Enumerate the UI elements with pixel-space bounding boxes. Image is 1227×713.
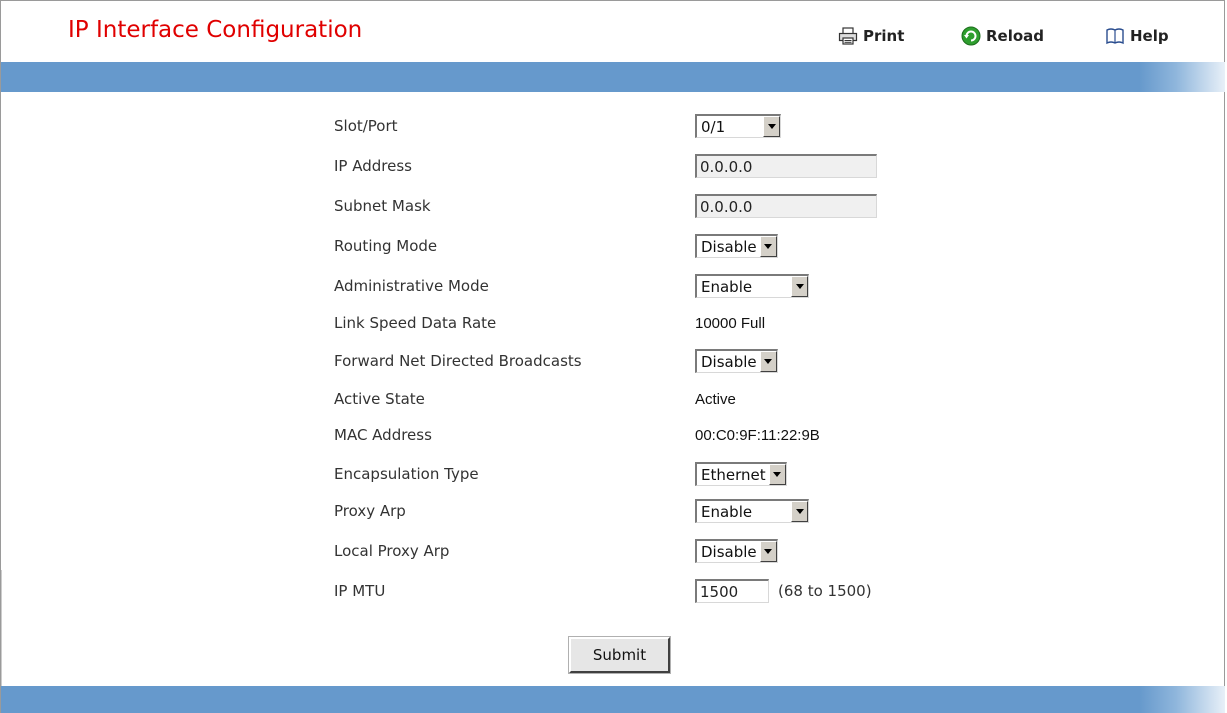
mac-address-control: 00:C0:9F:11:22:9B — [695, 415, 820, 455]
encapsulation-type-label: Encapsulation Type — [334, 465, 479, 483]
ip-address-control: 0.0.0.0 — [695, 146, 877, 186]
reload-button[interactable]: Reload — [961, 25, 1044, 47]
proxy-arp-control: Enable — [695, 491, 809, 531]
fwd-net-directed-bcast-control: Disable — [695, 341, 778, 381]
routing-mode-select[interactable]: Disable — [695, 234, 778, 258]
row-fwd-net-directed-bcast: Forward Net Directed Broadcasts Disable — [334, 341, 1034, 381]
row-slot-port: Slot/Port 0/1 — [334, 106, 1034, 146]
fwd-net-directed-bcast-select[interactable]: Disable — [695, 349, 778, 373]
row-proxy-arp: Proxy Arp Enable — [334, 491, 1034, 531]
row-subnet-mask: Subnet Mask 0.0.0.0 — [334, 186, 1034, 226]
row-mac-address: MAC Address 00:C0:9F:11:22:9B — [334, 415, 1034, 455]
mac-address-label: MAC Address — [334, 426, 432, 444]
subnet-mask-field[interactable]: 0.0.0.0 — [695, 194, 877, 218]
chevron-down-icon[interactable] — [768, 464, 786, 485]
mac-address-value: 00:C0:9F:11:22:9B — [695, 426, 820, 444]
subnet-mask-label: Subnet Mask — [334, 197, 431, 215]
admin-mode-select[interactable]: Enable — [695, 274, 809, 298]
proxy-arp-value: Enable — [701, 502, 753, 521]
reload-label: Reload — [986, 27, 1045, 45]
submit-button[interactable]: Submit — [568, 636, 671, 674]
row-admin-mode: Administrative Mode Enable — [334, 266, 1034, 306]
header-bar — [1, 62, 1225, 92]
slot-port-select[interactable]: 0/1 — [695, 114, 781, 138]
ip-mtu-range-hint: (68 to 1500) — [778, 582, 872, 600]
page-title: IP Interface Configuration — [68, 17, 363, 43]
fwd-net-directed-bcast-value: Disable — [701, 352, 757, 371]
ip-address-label: IP Address — [334, 157, 412, 175]
print-label: Print — [863, 27, 905, 45]
reload-icon — [961, 26, 981, 46]
local-proxy-arp-label: Local Proxy Arp — [334, 542, 450, 560]
row-ip-mtu: IP MTU 1500 (68 to 1500) — [334, 571, 1034, 611]
chevron-down-icon[interactable] — [759, 236, 777, 257]
footer-bar — [1, 686, 1225, 713]
chevron-down-icon[interactable] — [791, 276, 808, 297]
row-link-speed: Link Speed Data Rate 10000 Full — [334, 303, 1034, 343]
row-local-proxy-arp: Local Proxy Arp Disable — [334, 531, 1034, 571]
print-button[interactable]: Print — [838, 25, 904, 47]
chevron-down-icon[interactable] — [759, 541, 777, 562]
side-gutter — [1, 570, 2, 686]
printer-icon — [838, 27, 858, 45]
routing-mode-control: Disable — [695, 226, 778, 266]
link-speed-value: 10000 Full — [695, 314, 766, 332]
proxy-arp-label: Proxy Arp — [334, 502, 406, 520]
link-speed-control: 10000 Full — [695, 303, 765, 343]
proxy-arp-select[interactable]: Enable — [695, 499, 809, 523]
encapsulation-type-control: Ethernet — [695, 454, 787, 494]
ip-mtu-label: IP MTU — [334, 582, 386, 600]
fwd-net-directed-bcast-label: Forward Net Directed Broadcasts — [334, 352, 582, 370]
row-active-state: Active State Active — [334, 379, 1034, 419]
link-speed-label: Link Speed Data Rate — [334, 314, 497, 332]
page-frame: IP Interface Configuration Print Reload … — [0, 0, 1225, 713]
chevron-down-icon[interactable] — [791, 501, 808, 522]
subnet-mask-control: 0.0.0.0 — [695, 186, 877, 226]
local-proxy-arp-control: Disable — [695, 531, 778, 571]
slot-port-control: 0/1 — [695, 106, 781, 146]
ip-mtu-control: 1500 (68 to 1500) — [695, 571, 872, 611]
local-proxy-arp-select[interactable]: Disable — [695, 539, 778, 563]
row-routing-mode: Routing Mode Disable — [334, 226, 1034, 266]
encapsulation-type-select[interactable]: Ethernet — [695, 462, 787, 486]
book-icon — [1105, 27, 1125, 45]
routing-mode-label: Routing Mode — [334, 237, 438, 255]
ip-mtu-field[interactable]: 1500 — [695, 579, 769, 603]
active-state-value: Active — [695, 390, 736, 408]
help-button[interactable]: Help — [1105, 25, 1169, 47]
help-label: Help — [1130, 27, 1169, 45]
ip-address-field[interactable]: 0.0.0.0 — [695, 154, 877, 178]
admin-mode-value: Enable — [701, 277, 753, 296]
chevron-down-icon[interactable] — [759, 351, 777, 372]
active-state-control: Active — [695, 379, 736, 419]
admin-mode-control: Enable — [695, 266, 809, 306]
active-state-label: Active State — [334, 390, 425, 408]
slot-port-value: 0/1 — [701, 117, 726, 136]
routing-mode-value: Disable — [701, 237, 757, 256]
chevron-down-icon[interactable] — [763, 116, 780, 137]
header: IP Interface Configuration Print Reload … — [1, 0, 1225, 62]
row-encapsulation-type: Encapsulation Type Ethernet — [334, 454, 1034, 494]
slot-port-label: Slot/Port — [334, 117, 398, 135]
row-ip-address: IP Address 0.0.0.0 — [334, 146, 1034, 186]
local-proxy-arp-value: Disable — [701, 542, 757, 561]
admin-mode-label: Administrative Mode — [334, 277, 489, 295]
encapsulation-type-value: Ethernet — [701, 465, 766, 484]
